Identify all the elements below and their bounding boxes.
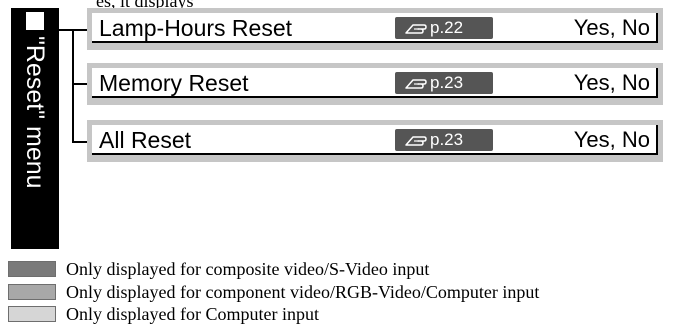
page-reference-text: p.22 [430, 18, 464, 37]
page-reference-text: p.23 [430, 130, 464, 149]
page-reference-badge: p.22 [395, 17, 493, 39]
legend-item-composite: Only displayed for composite video/S-Vid… [8, 259, 668, 281]
row-options: Yes, No [573, 15, 650, 40]
legend-text: Only displayed for composite video/S-Vid… [66, 259, 430, 279]
reset-menu-page: es, it displays "Reset" menu Lamp-Hours … [0, 0, 676, 326]
pointing-hand-icon [405, 79, 427, 89]
pointing-hand-icon [405, 24, 427, 34]
legend-swatch [8, 261, 56, 277]
row-label: All Reset [99, 127, 192, 153]
legend-item-computer: Only displayed for Computer input [8, 304, 668, 326]
row-options: Yes, No [573, 70, 650, 95]
legend-item-component: Only displayed for component video/RGB-V… [8, 282, 668, 304]
page-reference-badge: p.23 [395, 129, 493, 151]
menu-row-memory-reset: Memory Reset p.23 Yes, No [87, 63, 663, 105]
pointing-hand-icon [405, 136, 427, 146]
tree-connector-vertical [72, 29, 74, 143]
menu-row-lamp-hours-reset: Lamp-Hours Reset p.22 Yes, No [87, 8, 663, 50]
legend-swatch [8, 284, 56, 300]
menu-row-all-reset: All Reset p.23 Yes, No [87, 120, 663, 162]
row-label: Memory Reset [99, 70, 249, 96]
page-reference-badge: p.23 [395, 72, 493, 94]
tree-connector-middle [72, 83, 87, 85]
square-icon [26, 12, 44, 30]
reset-menu-tab: "Reset" menu [11, 8, 59, 249]
reset-menu-tab-label: "Reset" menu [21, 36, 49, 189]
tree-connector-bottom [72, 141, 87, 143]
row-options: Yes, No [573, 127, 650, 152]
legend-swatch [8, 306, 56, 322]
row-label: Lamp-Hours Reset [99, 15, 293, 41]
legend-text: Only displayed for Computer input [66, 304, 319, 324]
page-reference-text: p.23 [430, 73, 464, 92]
legend-text: Only displayed for component video/RGB-V… [66, 282, 540, 302]
